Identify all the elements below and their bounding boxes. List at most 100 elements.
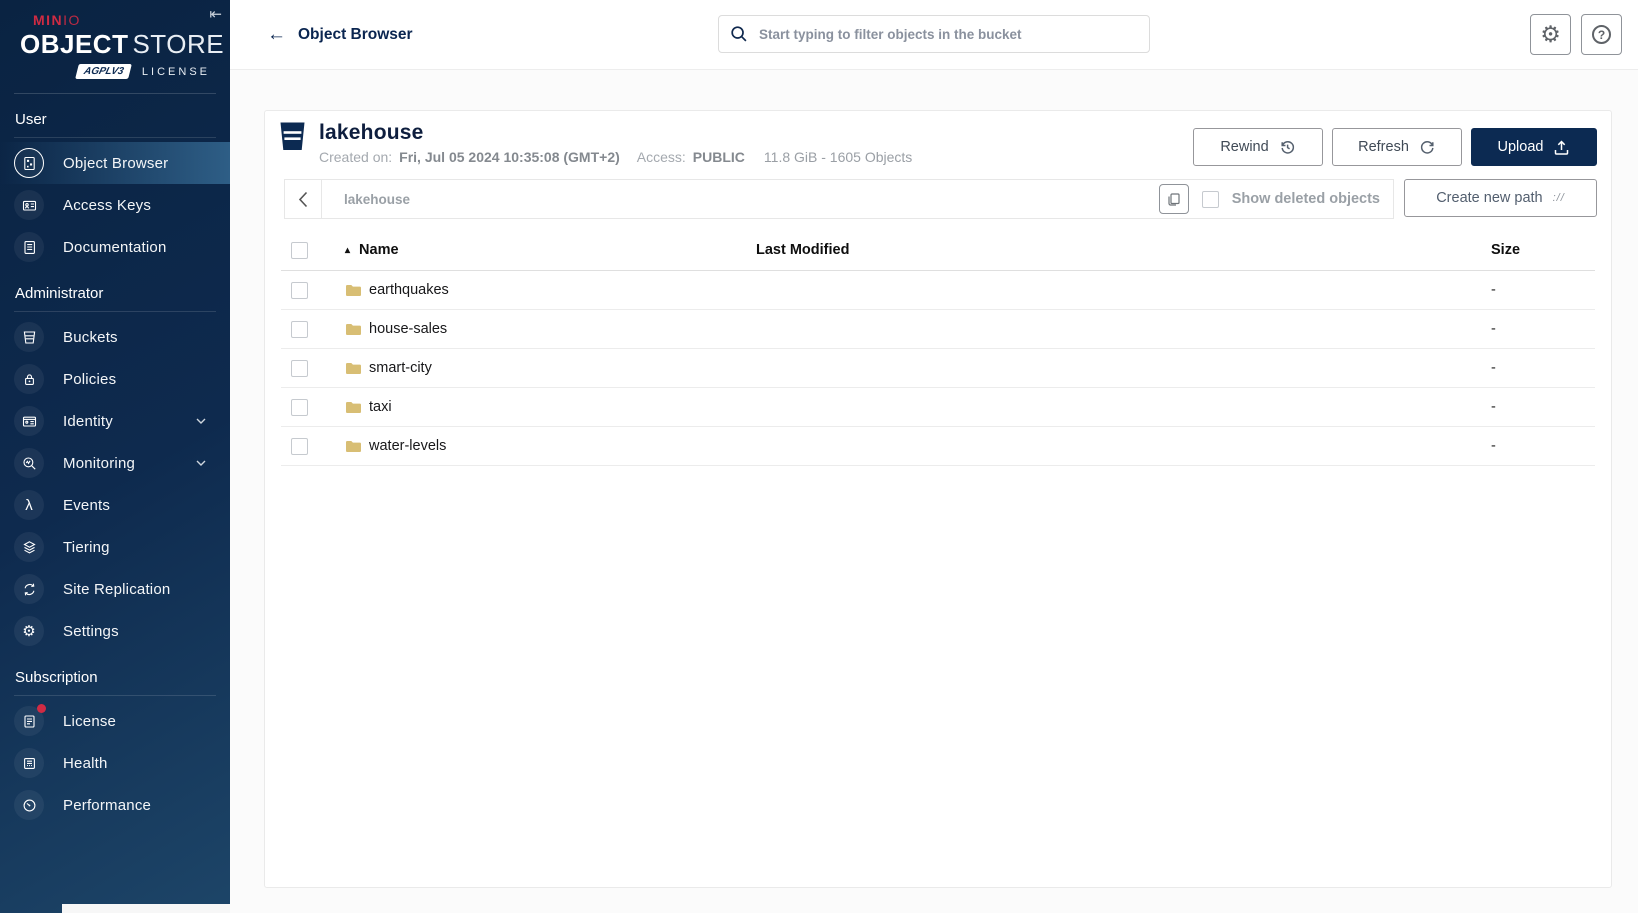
sidebar-item-license[interactable]: License: [0, 700, 230, 742]
sidebar-item-label: Policies: [63, 370, 117, 388]
sidebar-item-label: Events: [63, 496, 111, 514]
size-value: -: [1491, 360, 1496, 376]
gear-icon: ⚙: [1540, 21, 1561, 47]
sidebar-item-identity[interactable]: Identity: [0, 400, 230, 442]
agpl-badge: AGPLV3: [75, 64, 133, 79]
sidebar-item-site-replication[interactable]: Site Replication: [0, 568, 230, 610]
access-keys-icon: [14, 190, 44, 220]
bucket-identity: lakehouse Created on: Fri, Jul 05 2024 1…: [279, 121, 912, 166]
create-new-path-button[interactable]: Create new path ://: [1404, 179, 1597, 217]
rewind-button[interactable]: Rewind: [1193, 128, 1323, 166]
chevron-down-icon[interactable]: [196, 418, 206, 424]
sidebar-item-policies[interactable]: Policies: [0, 358, 230, 400]
folder-icon: [346, 441, 361, 452]
sidebar-scrollbar[interactable]: [62, 904, 230, 913]
column-header-size[interactable]: Size: [1486, 242, 1595, 258]
sidebar-item-label: Access Keys: [63, 196, 152, 214]
copy-path-button[interactable]: [1158, 184, 1189, 214]
sidebar-item-label: Performance: [63, 796, 152, 814]
path-bar: lakehouse Show deleted objects: [284, 179, 1394, 219]
chevron-left-icon: [298, 191, 308, 207]
monitoring-icon: [14, 448, 44, 478]
divider: [14, 695, 216, 696]
tiering-icon: [14, 532, 44, 562]
created-on-label: Created on:: [319, 149, 393, 165]
filter-objects-input[interactable]: [718, 15, 1150, 53]
folder-name: smart-city: [369, 360, 432, 376]
sidebar-item-label: Tiering: [63, 538, 110, 556]
sidebar-item-documentation[interactable]: Documentation: [0, 226, 230, 268]
documentation-icon: [14, 232, 44, 262]
settings-button[interactable]: ⚙: [1530, 14, 1571, 55]
access-label: Access:: [636, 149, 686, 165]
help-button[interactable]: ?: [1581, 14, 1622, 55]
bucket-name: lakehouse: [319, 121, 424, 144]
license-icon: [14, 704, 46, 736]
settings-gear-icon: ⚙: [14, 616, 44, 646]
folder-name: house-sales: [369, 321, 448, 337]
sidebar-item-settings[interactable]: ⚙ Settings: [0, 610, 230, 652]
chevron-down-icon[interactable]: [196, 460, 206, 466]
minio-console: ⇤ MINIO OBJECT STORE AGPLV3 LICENSE User …: [0, 0, 1638, 913]
identity-icon: [14, 406, 44, 436]
sort-asc-icon: ▴: [345, 244, 351, 256]
refresh-button[interactable]: Refresh: [1332, 128, 1462, 166]
path-back-button[interactable]: [285, 180, 322, 218]
row-checkbox[interactable]: [291, 437, 308, 455]
row-checkbox[interactable]: [291, 398, 308, 416]
table-row[interactable]: house-sales -: [281, 310, 1595, 349]
sidebar-item-tiering[interactable]: Tiering: [0, 526, 230, 568]
product-wordmark: OBJECT STORE: [20, 29, 225, 59]
row-checkbox[interactable]: [291, 281, 308, 299]
sidebar-section-administrator: Administrator: [15, 285, 104, 302]
column-header-last-modified[interactable]: Last Modified: [751, 242, 1486, 258]
sidebar-item-object-browser[interactable]: Object Browser: [0, 142, 230, 184]
folder-icon: [346, 402, 361, 413]
row-checkbox[interactable]: [291, 359, 308, 377]
table-row[interactable]: water-levels -: [281, 427, 1595, 466]
minio-logo: MINIO OBJECT STORE AGPLV3 LICENSE: [0, 0, 230, 79]
size-value: -: [1491, 399, 1496, 415]
select-all-checkbox[interactable]: [291, 241, 308, 259]
path-icon: ://: [1552, 192, 1565, 204]
sidebar-item-label: Object Browser: [63, 154, 169, 172]
sidebar-item-access-keys[interactable]: Access Keys: [0, 184, 230, 226]
table-row[interactable]: smart-city -: [281, 349, 1595, 388]
sidebar-item-buckets[interactable]: Buckets: [0, 316, 230, 358]
sidebar-item-monitoring[interactable]: Monitoring: [0, 442, 230, 484]
pathbar-row: lakehouse Show deleted objects Create ne…: [284, 179, 1597, 219]
sidebar-item-health[interactable]: Health: [0, 742, 230, 784]
topbar-actions: ⚙ ?: [1530, 14, 1622, 55]
back-arrow-icon[interactable]: ←: [267, 24, 286, 46]
copy-icon: [1168, 192, 1180, 206]
divider: [14, 137, 216, 138]
content-area: lakehouse Created on: Fri, Jul 05 2024 1…: [230, 70, 1638, 913]
events-icon: λ: [14, 490, 44, 520]
sidebar-item-label: Settings: [63, 622, 119, 640]
table-row[interactable]: earthquakes -: [281, 271, 1595, 310]
buckets-icon: [14, 322, 44, 352]
rewind-icon: [1281, 140, 1294, 154]
bucket-meta: Created on: Fri, Jul 05 2024 10:35:08 (G…: [319, 149, 912, 165]
top-bar: ← Object Browser ⚙ ?: [230, 0, 1638, 70]
bucket-icon: [280, 122, 305, 150]
folder-icon: [346, 324, 361, 335]
policies-icon: [14, 364, 44, 394]
upload-button[interactable]: Upload: [1471, 128, 1597, 166]
show-deleted-checkbox[interactable]: [1201, 190, 1219, 208]
sidebar-item-events[interactable]: λ Events: [0, 484, 230, 526]
search-box: [718, 15, 1150, 53]
path-bar-tools: Show deleted objects: [1158, 184, 1393, 214]
main-area: ← Object Browser ⚙ ?: [230, 0, 1638, 913]
sidebar-item-label: Buckets: [63, 328, 118, 346]
size-value: -: [1491, 282, 1496, 298]
folder-icon: [346, 285, 361, 296]
table-row[interactable]: taxi -: [281, 388, 1595, 427]
row-checkbox[interactable]: [291, 320, 308, 338]
sidebar-item-performance[interactable]: Performance: [0, 784, 230, 826]
column-header-name[interactable]: ▴ Name: [331, 242, 751, 258]
bucket-header: lakehouse Created on: Fri, Jul 05 2024 1…: [265, 111, 1611, 166]
minio-wordmark: MINIO: [33, 12, 81, 28]
sidebar-section-user: User: [15, 111, 47, 128]
folder-name: water-levels: [369, 438, 447, 454]
